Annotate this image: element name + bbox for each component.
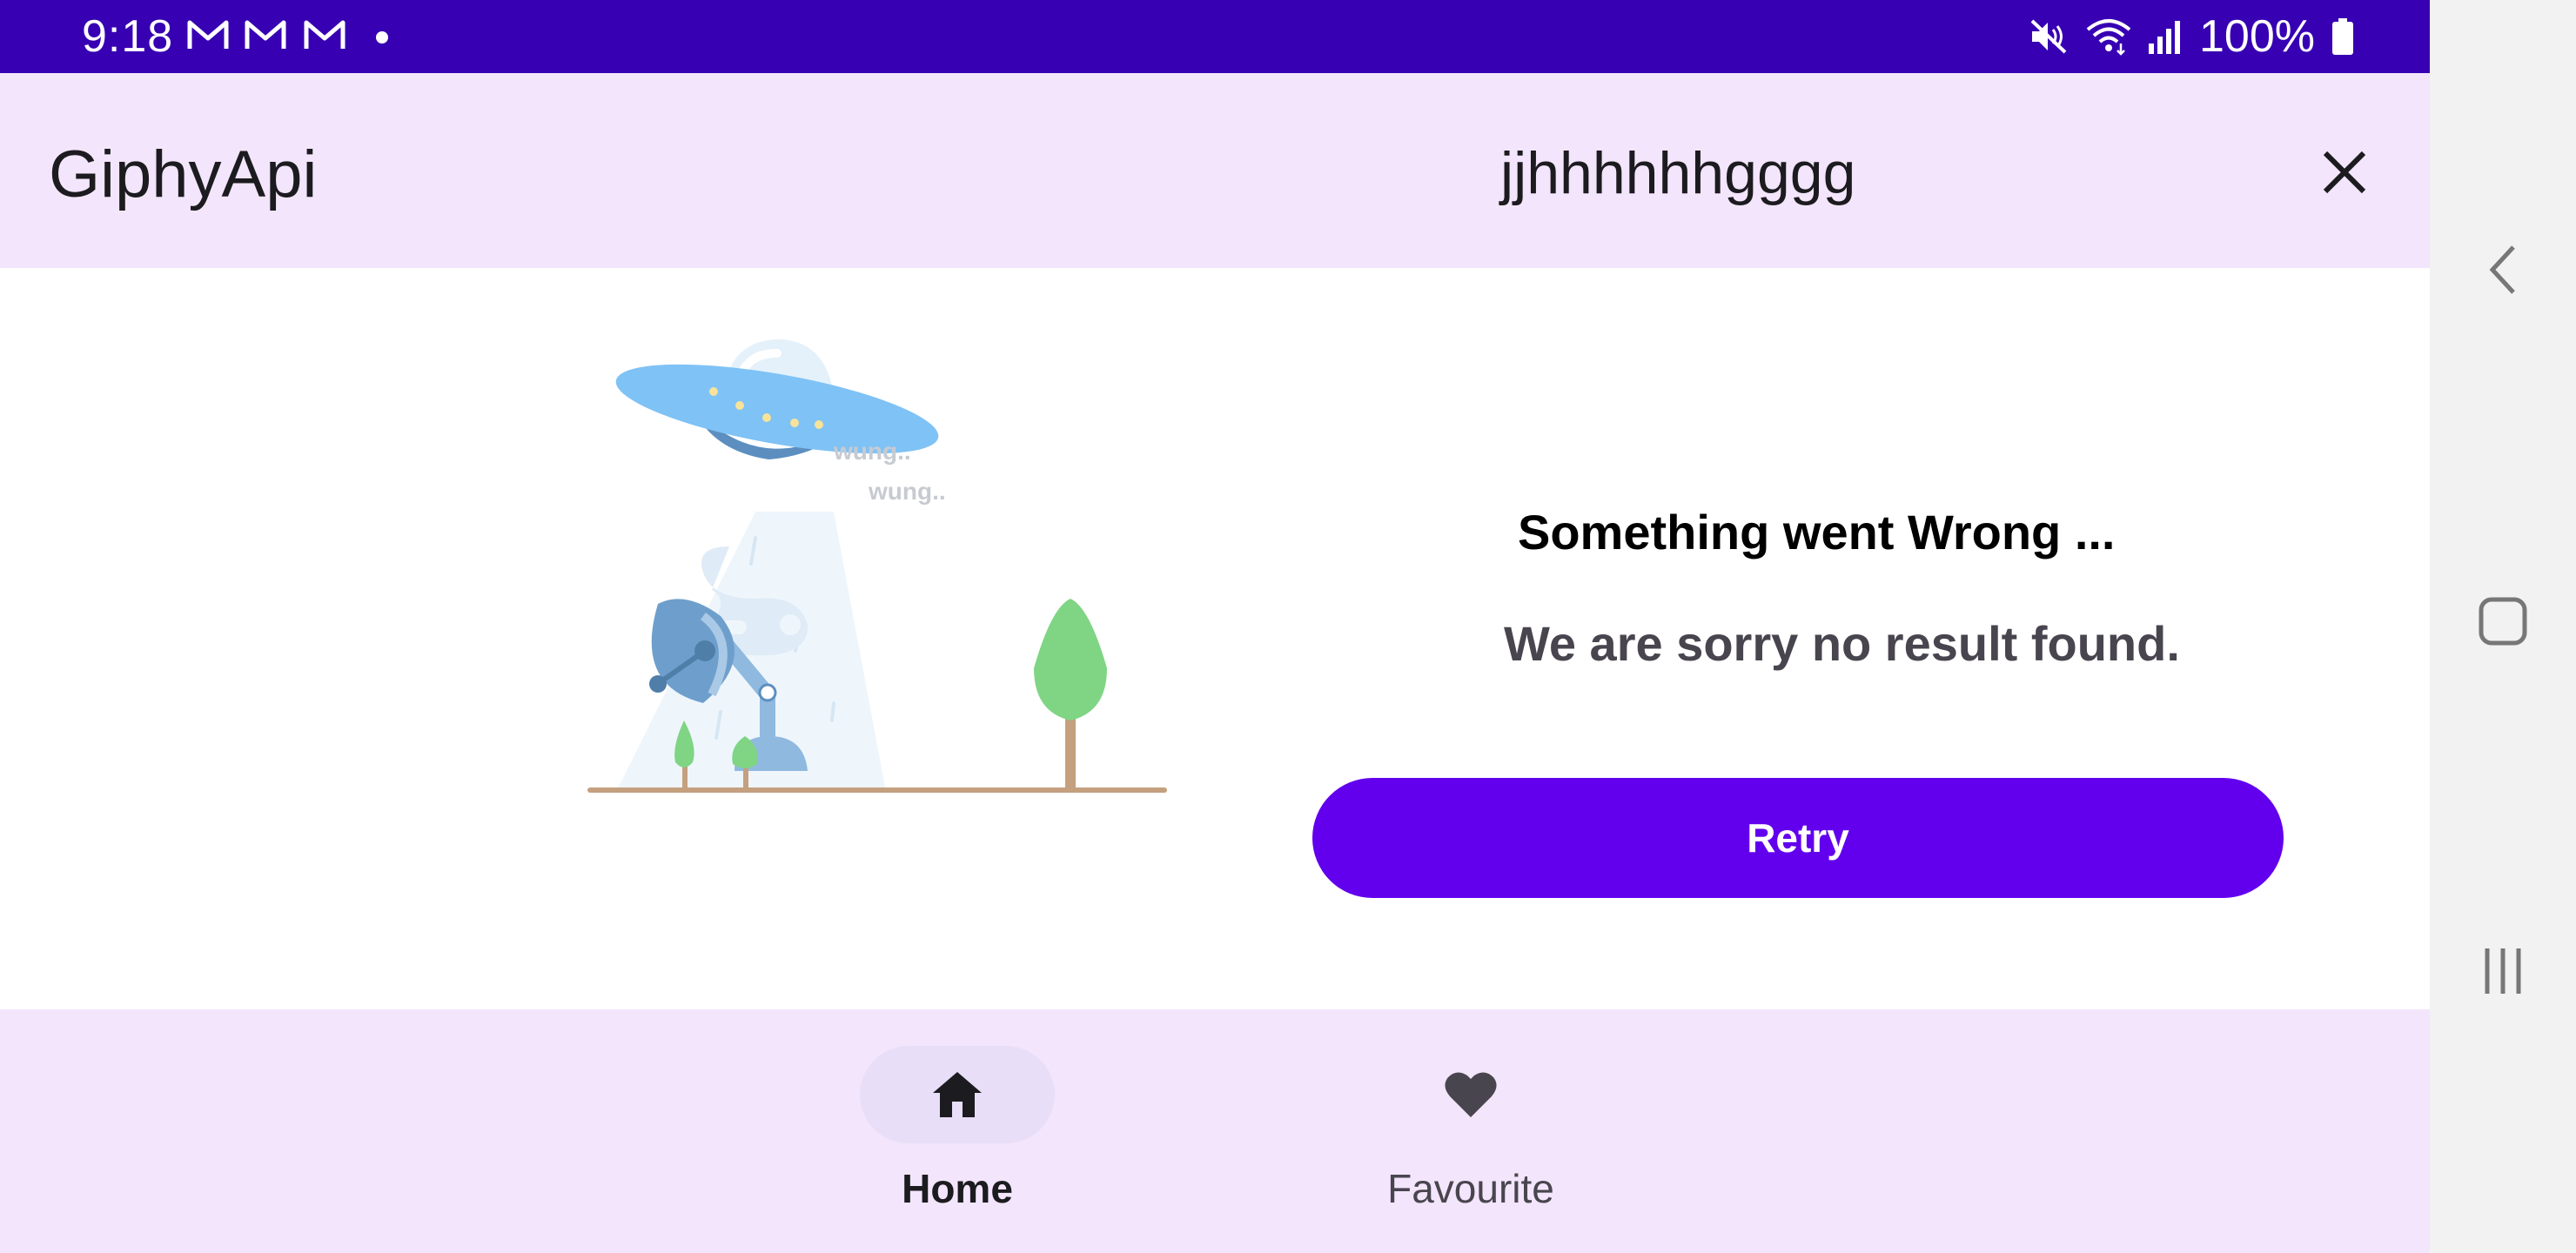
system-navigation-bar — [2430, 0, 2576, 1253]
more-notifications-dot — [376, 31, 388, 44]
battery-percentage: 100% — [2199, 11, 2315, 62]
mute-icon — [2030, 19, 2067, 54]
status-time: 9:18 — [82, 11, 174, 62]
search-input[interactable]: jjhhhhhhgggg — [1500, 134, 1855, 212]
status-right-icons: 100% — [2029, 10, 2355, 63]
signal-icon — [2149, 21, 2180, 54]
app-title: GiphyApi — [49, 137, 318, 211]
nav-label-home: Home — [902, 1166, 1013, 1211]
bottom-navigation: Home Favourite — [0, 1009, 2430, 1253]
error-message: We are sorry no result found. — [1504, 616, 2180, 671]
heart-icon — [1443, 1067, 1499, 1122]
recents-icon — [2485, 948, 2521, 994]
wung-text-2: wung.. — [868, 478, 946, 505]
close-icon — [2323, 151, 2366, 194]
nav-item-home[interactable]: Home — [827, 1046, 1088, 1229]
gmail-icon — [186, 17, 230, 52]
nav-item-favourite[interactable]: Favourite — [1340, 1046, 1601, 1229]
error-content: wung.. wung.. Something went Wrong ... W… — [0, 268, 2430, 1009]
ufo-illustration: wung.. wung.. — [587, 339, 1167, 793]
close-search-button[interactable] — [2306, 134, 2383, 211]
gmail-icon — [303, 17, 346, 52]
nav-label-favourite: Favourite — [1387, 1166, 1554, 1211]
wung-text-1: wung.. — [833, 438, 911, 465]
system-recents-button[interactable] — [2465, 933, 2541, 1009]
app-bar: GiphyApi jjhhhhhhgggg — [0, 73, 2430, 268]
wifi-icon — [2086, 19, 2131, 56]
retry-button[interactable]: Retry — [1312, 778, 2284, 898]
status-bar: 9:18 100% — [0, 0, 2430, 73]
back-icon — [2489, 245, 2515, 294]
home-square-icon — [2479, 597, 2527, 646]
system-back-button[interactable] — [2465, 231, 2541, 308]
gmail-icon — [244, 17, 287, 52]
battery-icon — [2332, 18, 2353, 55]
home-icon — [929, 1067, 985, 1122]
system-home-button[interactable] — [2465, 583, 2541, 660]
error-title: Something went Wrong ... — [1518, 505, 2116, 559]
